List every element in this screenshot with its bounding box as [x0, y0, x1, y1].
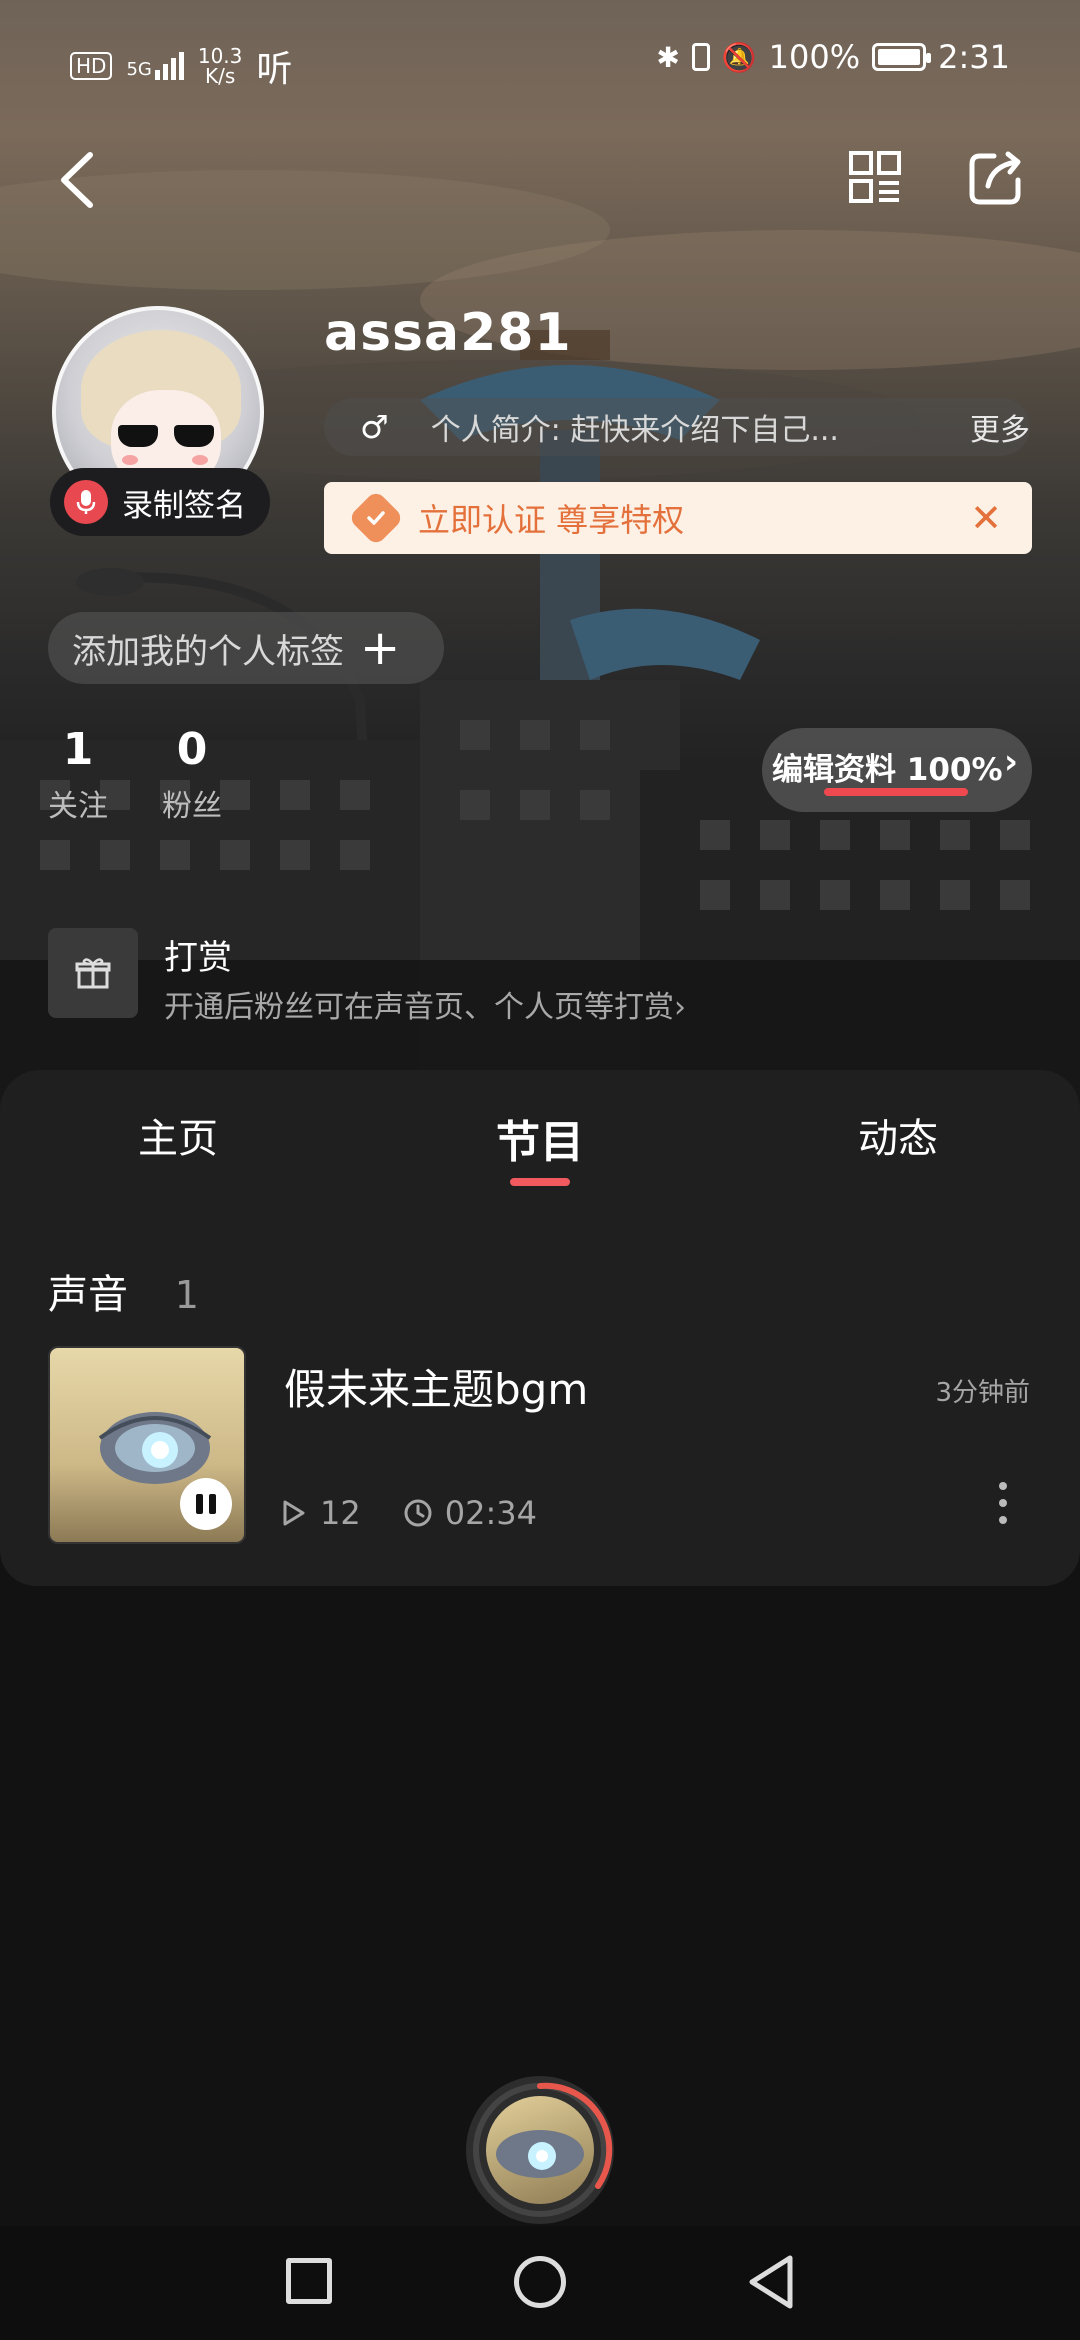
app-notification-icon: 听: [256, 49, 293, 90]
status-left: HD 5G 10.3 K/s 听: [70, 40, 292, 92]
play-count: 12: [320, 1494, 361, 1532]
bluetooth-icon: ✱: [656, 40, 680, 74]
fans-count: 0: [176, 724, 208, 775]
back-nav-icon[interactable]: [744, 2252, 798, 2312]
profile-header-background: [0, 0, 1080, 1110]
home-icon[interactable]: [514, 2256, 566, 2308]
bio-more-link[interactable]: 更多: [970, 405, 1030, 449]
edit-profile-button[interactable]: 编辑资料 100% ›: [762, 728, 1032, 812]
microphone-icon: [64, 480, 108, 524]
tab-programs[interactable]: 节目: [496, 1106, 584, 1186]
tab-updates[interactable]: 动态: [858, 1106, 938, 1164]
recents-icon[interactable]: [286, 2258, 332, 2304]
tab-bar: 主页 节目 动态: [0, 1106, 1080, 1196]
profile-page: HD 5G 10.3 K/s 听 ✱ 🔕 100% 2:31 录制签名 assa…: [0, 0, 1080, 2340]
track-duration: 02:34: [444, 1494, 537, 1532]
record-signature-button[interactable]: 录制签名: [50, 468, 270, 536]
profile-completion-bar: [824, 788, 968, 796]
speed-unit: K/s: [204, 64, 236, 88]
tab-updates-label: 动态: [858, 1116, 938, 1162]
clock: 2:31: [938, 38, 1010, 76]
status-right: ✱ 🔕 100% 2:31: [656, 38, 1010, 76]
verified-badge-icon: [347, 489, 405, 547]
following-stat[interactable]: 1 关注: [48, 724, 108, 825]
track-meta: 12 02:34: [280, 1494, 579, 1532]
signal-icon: [154, 52, 184, 80]
play-count-icon: [283, 1500, 305, 1526]
verify-banner[interactable]: 立即认证 尊享特权 ✕: [324, 482, 1032, 554]
network-indicator: 5G: [126, 52, 184, 80]
building-silhouette: [0, 170, 1080, 1110]
network-type: 5G: [126, 59, 152, 80]
gift-icon: [48, 928, 138, 1018]
more-options-icon[interactable]: [998, 1482, 1008, 1532]
add-tag-label: 添加我的个人标签: [72, 631, 344, 672]
network-speed: 10.3 K/s: [198, 46, 243, 86]
fans-label: 粉丝: [162, 789, 222, 824]
tip-description: 开通后粉丝可在声音页、个人页等打赏›: [164, 990, 686, 1025]
tab-home-label: 主页: [138, 1116, 218, 1162]
pause-button[interactable]: [180, 1478, 232, 1530]
tab-home[interactable]: 主页: [138, 1106, 218, 1164]
plays-group: 12: [280, 1494, 361, 1532]
mute-bell-icon: 🔕: [721, 40, 757, 74]
mini-player[interactable]: [466, 2076, 614, 2224]
hd-badge: HD: [70, 52, 113, 80]
mini-player-artwork: [486, 2096, 594, 2204]
plus-icon: +: [360, 620, 401, 676]
section-title: 声音: [48, 1272, 128, 1318]
fans-stat[interactable]: 0 粉丝: [162, 724, 222, 825]
content-card: 主页 节目 动态 声音 1 假未来主题bgm 3分钟前 12 02:34: [0, 1070, 1080, 1586]
system-navigation-bar: [0, 2226, 1080, 2340]
chevron-right-icon: ›: [1003, 742, 1018, 782]
duration-group: 02:34: [403, 1494, 537, 1532]
battery-icon: [872, 43, 932, 71]
tab-programs-label: 节目: [496, 1117, 584, 1168]
battery-percent: 100%: [768, 38, 861, 76]
male-icon: ♂: [360, 408, 389, 446]
track-posted-time: 3分钟前: [935, 1378, 1030, 1408]
verify-text: 立即认证 尊享特权: [418, 501, 685, 539]
username: assa281: [324, 303, 572, 363]
status-bar: HD 5G 10.3 K/s 听 ✱ 🔕 100% 2:31: [0, 0, 1080, 120]
share-icon[interactable]: [968, 150, 1024, 206]
track-title: 假未来主题bgm: [284, 1365, 589, 1414]
following-label: 关注: [48, 789, 108, 824]
qr-code-icon[interactable]: [848, 150, 902, 204]
tip-title: 打赏: [164, 938, 232, 978]
record-signature-label: 录制签名: [122, 487, 246, 524]
section-header: 声音 1: [48, 1262, 199, 1320]
following-count: 1: [62, 724, 94, 775]
active-tab-indicator: [510, 1178, 570, 1186]
back-icon[interactable]: [52, 145, 102, 215]
clock-icon: [404, 1499, 432, 1527]
sunglasses: [118, 425, 214, 447]
close-icon[interactable]: ✕: [970, 496, 1002, 540]
bio-text: 个人简介: 赶快来介绍下自己...: [430, 413, 839, 448]
edit-profile-label: 编辑资料 100%: [772, 752, 1003, 788]
vibrate-icon: [691, 43, 710, 71]
add-tag-button[interactable]: 添加我的个人标签 +: [48, 612, 444, 684]
section-count: 1: [174, 1273, 199, 1317]
track-cover[interactable]: [48, 1346, 246, 1544]
bio-bar[interactable]: ♂ 个人简介: 赶快来介绍下自己... 更多: [324, 398, 1030, 456]
